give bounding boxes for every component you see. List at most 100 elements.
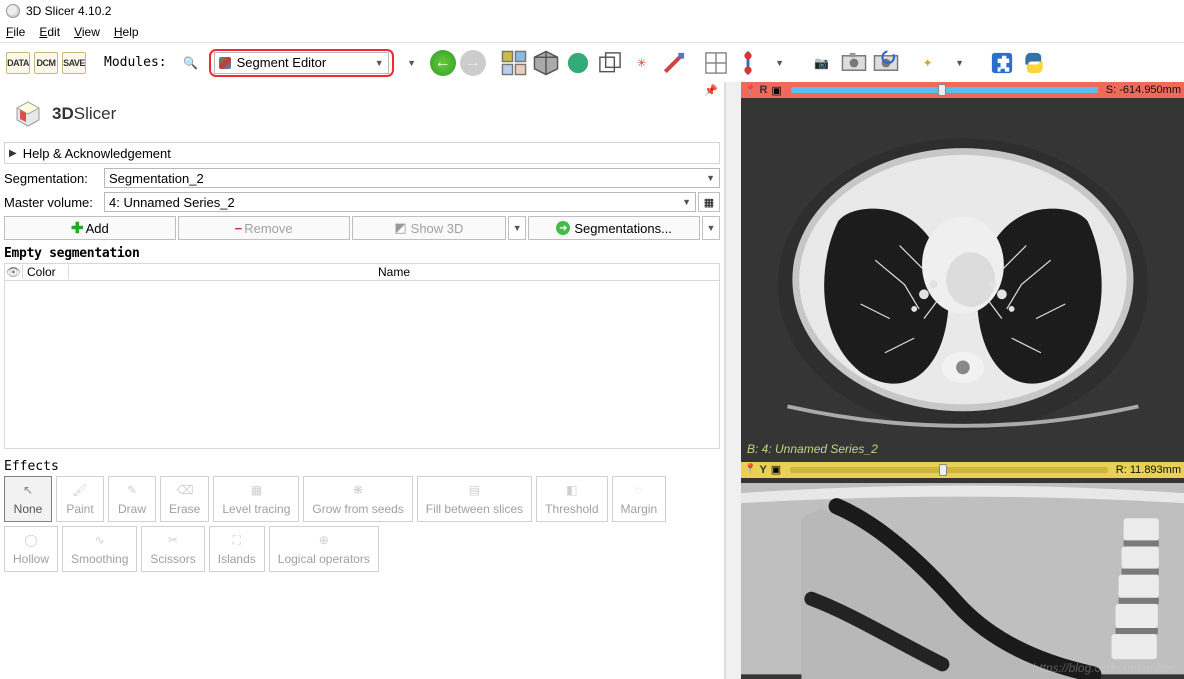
add-segment-button[interactable]: ✚Add [4,216,176,240]
red-slice-view[interactable]: 📍 R ▣ S: -614.950mm [741,82,1184,462]
red-slice-body[interactable]: B: 4: Unnamed Series_2 [741,98,1184,462]
yellow-slice-view[interactable]: 📍 Y ▣ R: 11.893mm [741,462,1184,679]
menu-file[interactable]: File [6,25,25,39]
save-button[interactable]: SAVE [62,52,86,74]
crosshair-icon[interactable] [702,49,730,77]
master-volume-row: Master volume: 4: Unnamed Series_2 ▼ ▦ [4,192,720,212]
current-module-label: Segment Editor [237,55,327,70]
slicer-logo-icon [14,100,42,128]
panel-scrollbar[interactable] [725,82,741,679]
fx-paint[interactable]: 🖌Paint [56,476,104,522]
master-volume-label: Master volume: [4,195,104,210]
empty-segmentation-label: Empty segmentation [4,246,720,261]
modules-label: Modules: [104,55,167,70]
fx-fill-between-slices[interactable]: ▤Fill between slices [417,476,532,522]
yellow-slider-thumb[interactable] [939,464,947,476]
extensions-icon[interactable] [988,49,1016,77]
slice-intersect-icon[interactable] [734,49,762,77]
fx-margin[interactable]: ◌Margin [612,476,667,522]
pin-icon[interactable]: 📍 [744,464,756,475]
fx-scissors[interactable]: ✂Scissors [141,526,204,572]
toolbar: DATA DCM SAVE Modules: 🔍 Segment Editor … [0,42,1184,82]
segment-editor-icon [219,57,231,69]
fx-threshold[interactable]: ◧Threshold [536,476,607,522]
slice-intersect-dropdown[interactable]: ▼ [766,49,794,77]
segment-table[interactable] [4,281,720,449]
data-cube-icon[interactable] [532,49,560,77]
title-bar: 3D Slicer 4.10.2 [0,0,1184,22]
sagittal-ct-image [741,478,1184,679]
paint-tool-icon[interactable] [660,49,688,77]
effects-label: Effects [4,459,720,474]
load-data-button[interactable]: DATA [6,52,30,74]
cross-target-dropdown[interactable]: ▼ [946,49,974,77]
remove-segment-button: −Remove [178,216,350,240]
fx-grow-from-seeds[interactable]: ❋Grow from seeds [303,476,412,522]
scene-view-restore-icon[interactable] [872,49,900,77]
chevron-down-icon: ▼ [706,173,715,183]
fx-hollow[interactable]: ◯Hollow [4,526,58,572]
module-history-dropdown[interactable]: ▼ [398,49,426,77]
segmentations-button[interactable]: ➜Segmentations... [528,216,700,240]
nav-back-button[interactable]: ← [430,50,456,76]
chevron-down-icon: ▼ [375,58,384,68]
menu-help[interactable]: Help [114,25,139,39]
help-acknowledgement[interactable]: ▶ Help & Acknowledgement [4,142,720,164]
chevron-down-icon: ▼ [682,197,691,207]
color-column[interactable]: Color [23,265,69,279]
red-slider-thumb[interactable] [938,84,946,96]
search-module-icon[interactable]: 🔍 [177,49,205,77]
menu-bar: File Edit View Help [0,22,1184,42]
show-3d-dropdown[interactable]: ▼ [508,216,526,240]
fx-islands[interactable]: ⛶Islands [209,526,265,572]
fx-smoothing[interactable]: ∿Smoothing [62,526,137,572]
screenshot-icon[interactable]: 📷 [808,49,836,77]
module-panel: 📌 3DSlicer ▶ Help & Acknowledgement Segm… [0,82,725,679]
segmentation-combo[interactable]: Segmentation_2 ▼ [104,168,720,188]
master-volume-value: 4: Unnamed Series_2 [109,195,235,210]
load-dicom-button[interactable]: DCM [34,52,58,74]
red-overlay-text: B: 4: Unnamed Series_2 [747,442,878,456]
layout-icon[interactable] [500,49,528,77]
scene-view-icon[interactable] [840,49,868,77]
fx-logical-operators[interactable]: ⊕Logical operators [269,526,379,572]
master-volume-combo[interactable]: 4: Unnamed Series_2 ▼ [104,192,696,212]
segmentation-value: Segmentation_2 [109,171,204,186]
segmentation-label: Segmentation: [4,171,104,186]
visibility-column-icon[interactable]: 👁 [5,265,23,279]
green-sphere-icon[interactable] [564,49,592,77]
fx-none[interactable]: ↖None [4,476,52,522]
fiducial-icon[interactable]: ✳ [628,49,656,77]
geometry-button[interactable]: ▦ [698,192,720,212]
wire-cube-icon[interactable] [596,49,624,77]
main-area: 📌 3DSlicer ▶ Help & Acknowledgement Segm… [0,82,1184,679]
segmentations-dropdown[interactable]: ▼ [702,216,720,240]
help-label: Help & Acknowledgement [23,146,171,161]
cross-target-icon[interactable]: ✦ [914,49,942,77]
window-title: 3D Slicer 4.10.2 [26,4,111,18]
fx-erase[interactable]: ⌫Erase [160,476,209,522]
menu-edit[interactable]: Edit [39,25,60,39]
show-3d-button[interactable]: ◩Show 3D [352,216,507,240]
panel-pin-icon[interactable]: 📌 [704,84,718,97]
red-readout: S: -614.950mm [1106,84,1181,96]
python-icon[interactable] [1020,49,1048,77]
chevron-right-icon: ▶ [9,148,17,159]
fx-level-tracing[interactable]: ▦Level tracing [213,476,299,522]
yellow-letter: Y [759,464,766,476]
module-title: 3DSlicer [52,104,116,124]
visibility-icon[interactable]: ▣ [771,84,781,97]
nav-forward-button: → [460,50,486,76]
name-column[interactable]: Name [69,265,719,279]
menu-view[interactable]: View [74,25,100,39]
yellow-slice-slider[interactable] [790,467,1108,473]
visibility-icon[interactable]: ▣ [771,463,781,476]
watermark: https://blog.csdn.net/anhec [1033,661,1176,675]
fx-draw[interactable]: ✎Draw [108,476,156,522]
red-letter: R [759,84,767,96]
pin-icon[interactable]: 📍 [744,85,756,96]
red-slice-slider[interactable] [791,87,1098,93]
module-selector[interactable]: Segment Editor ▼ [209,49,394,77]
app-icon [6,4,20,18]
yellow-slice-body[interactable] [741,478,1184,679]
